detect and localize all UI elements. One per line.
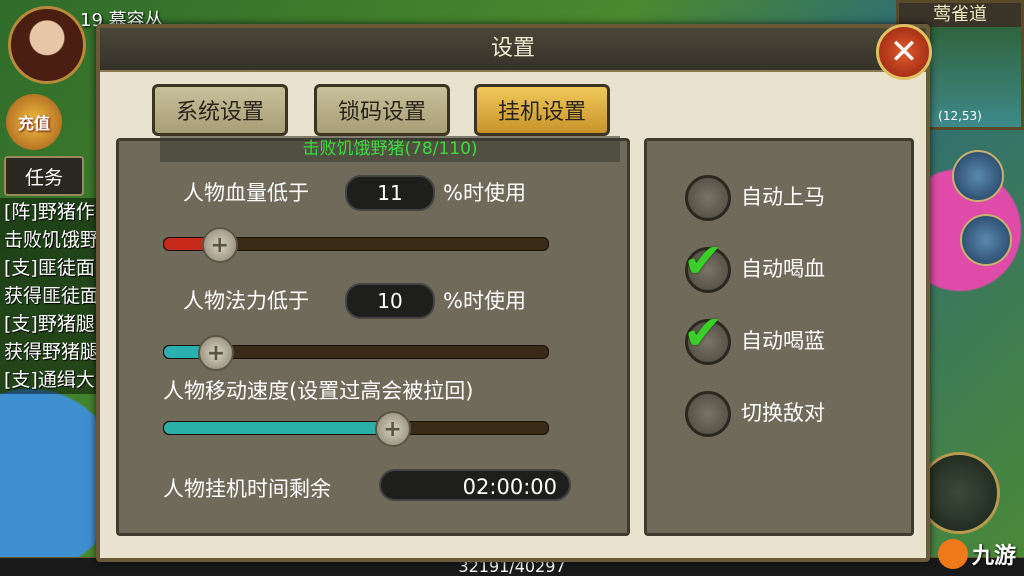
task-tab[interactable]: 任务 bbox=[4, 156, 84, 196]
option-label: 自动上马 bbox=[741, 185, 825, 209]
refresh-icon[interactable] bbox=[960, 214, 1012, 266]
hp-slider[interactable]: + bbox=[163, 227, 549, 263]
mp-threshold-unit: %时使用 bbox=[443, 289, 526, 313]
checkmark-icon: ✔ bbox=[683, 233, 724, 289]
recharge-button[interactable]: 充值 bbox=[6, 94, 62, 150]
hang-settings-panel: 人物血量低于 11 %时使用 + 人物法力低于 10 %时使用 + 人物移动速度… bbox=[116, 138, 630, 536]
hp-threshold-value[interactable]: 11 bbox=[345, 175, 435, 211]
close-button[interactable]: ✕ bbox=[876, 24, 932, 80]
mp-slider[interactable]: + bbox=[163, 335, 549, 371]
task-line[interactable]: 击败饥饿野 bbox=[0, 226, 98, 254]
hp-threshold-label: 人物血量低于 bbox=[183, 181, 309, 205]
brand-mascot-icon bbox=[937, 539, 968, 569]
quest-progress-banner: 击败饥饿野猪(78/110) bbox=[160, 136, 620, 162]
task-line[interactable]: 获得野猪腿 bbox=[0, 338, 98, 366]
mp-threshold-label: 人物法力低于 bbox=[183, 289, 309, 313]
task-line[interactable]: [支]匪徒面 bbox=[0, 254, 98, 282]
mp-slider-handle[interactable]: + bbox=[197, 335, 234, 371]
hang-time-value: 02:00:00 bbox=[379, 469, 571, 501]
checkbox[interactable] bbox=[685, 391, 731, 437]
option-label: 自动喝蓝 bbox=[741, 329, 825, 353]
brand-text: 九游 bbox=[971, 544, 1016, 569]
checkmark-icon: ✔ bbox=[683, 305, 724, 361]
hp-slider-handle[interactable]: + bbox=[201, 227, 238, 263]
settings-dialog: 设置 ✕ 系统设置 锁码设置 挂机设置 人物血量低于 11 %时使用 + 人物法… bbox=[96, 24, 932, 562]
option-label: 自动喝血 bbox=[741, 257, 825, 281]
hp-threshold-unit: %时使用 bbox=[443, 181, 526, 205]
task-line[interactable]: [支]野猪腿 bbox=[0, 310, 98, 338]
move-speed-slider-fill bbox=[164, 422, 391, 434]
move-speed-label: 人物移动速度(设置过高会被拉回) bbox=[163, 379, 474, 403]
mp-threshold-value[interactable]: 10 bbox=[345, 283, 435, 319]
attack-sword-icon[interactable] bbox=[918, 452, 1000, 534]
option-auto-mp-potion[interactable]: ✔ 自动喝蓝 bbox=[683, 305, 895, 365]
move-speed-slider[interactable]: + bbox=[163, 411, 549, 447]
hang-time-label: 人物挂机时间剩余 bbox=[163, 477, 331, 501]
checkbox[interactable] bbox=[685, 175, 731, 221]
tab-auto-hang-settings[interactable]: 挂机设置 bbox=[474, 84, 610, 136]
dialog-title: 设置 bbox=[100, 28, 926, 72]
option-label: 切换敌对 bbox=[741, 401, 825, 425]
task-list: [阵]野猪作 击败饥饿野 [支]匪徒面 获得匪徒面 [支]野猪腿 获得野猪腿 [… bbox=[0, 198, 98, 394]
tab-system-settings[interactable]: 系统设置 bbox=[152, 84, 288, 136]
player-avatar[interactable] bbox=[8, 6, 86, 84]
option-switch-hostile[interactable]: ✔ 切换敌对 bbox=[685, 391, 895, 437]
brand-logo: 九游 bbox=[937, 538, 1016, 570]
auto-options-panel: ✔ 自动上马 ✔ 自动喝血 ✔ 自动喝蓝 ✔ 切换敌对 bbox=[644, 138, 914, 536]
bag-icon[interactable] bbox=[952, 150, 1004, 202]
task-line[interactable]: 获得匪徒面 bbox=[0, 282, 98, 310]
option-auto-hp-potion[interactable]: ✔ 自动喝血 bbox=[683, 233, 895, 293]
tab-lock-code-settings[interactable]: 锁码设置 bbox=[314, 84, 450, 136]
task-line[interactable]: [阵]野猪作 bbox=[0, 198, 98, 226]
option-auto-mount[interactable]: ✔ 自动上马 bbox=[685, 175, 895, 221]
move-speed-slider-handle[interactable]: + bbox=[374, 411, 411, 447]
task-line[interactable]: [支]通缉大 bbox=[0, 366, 98, 394]
